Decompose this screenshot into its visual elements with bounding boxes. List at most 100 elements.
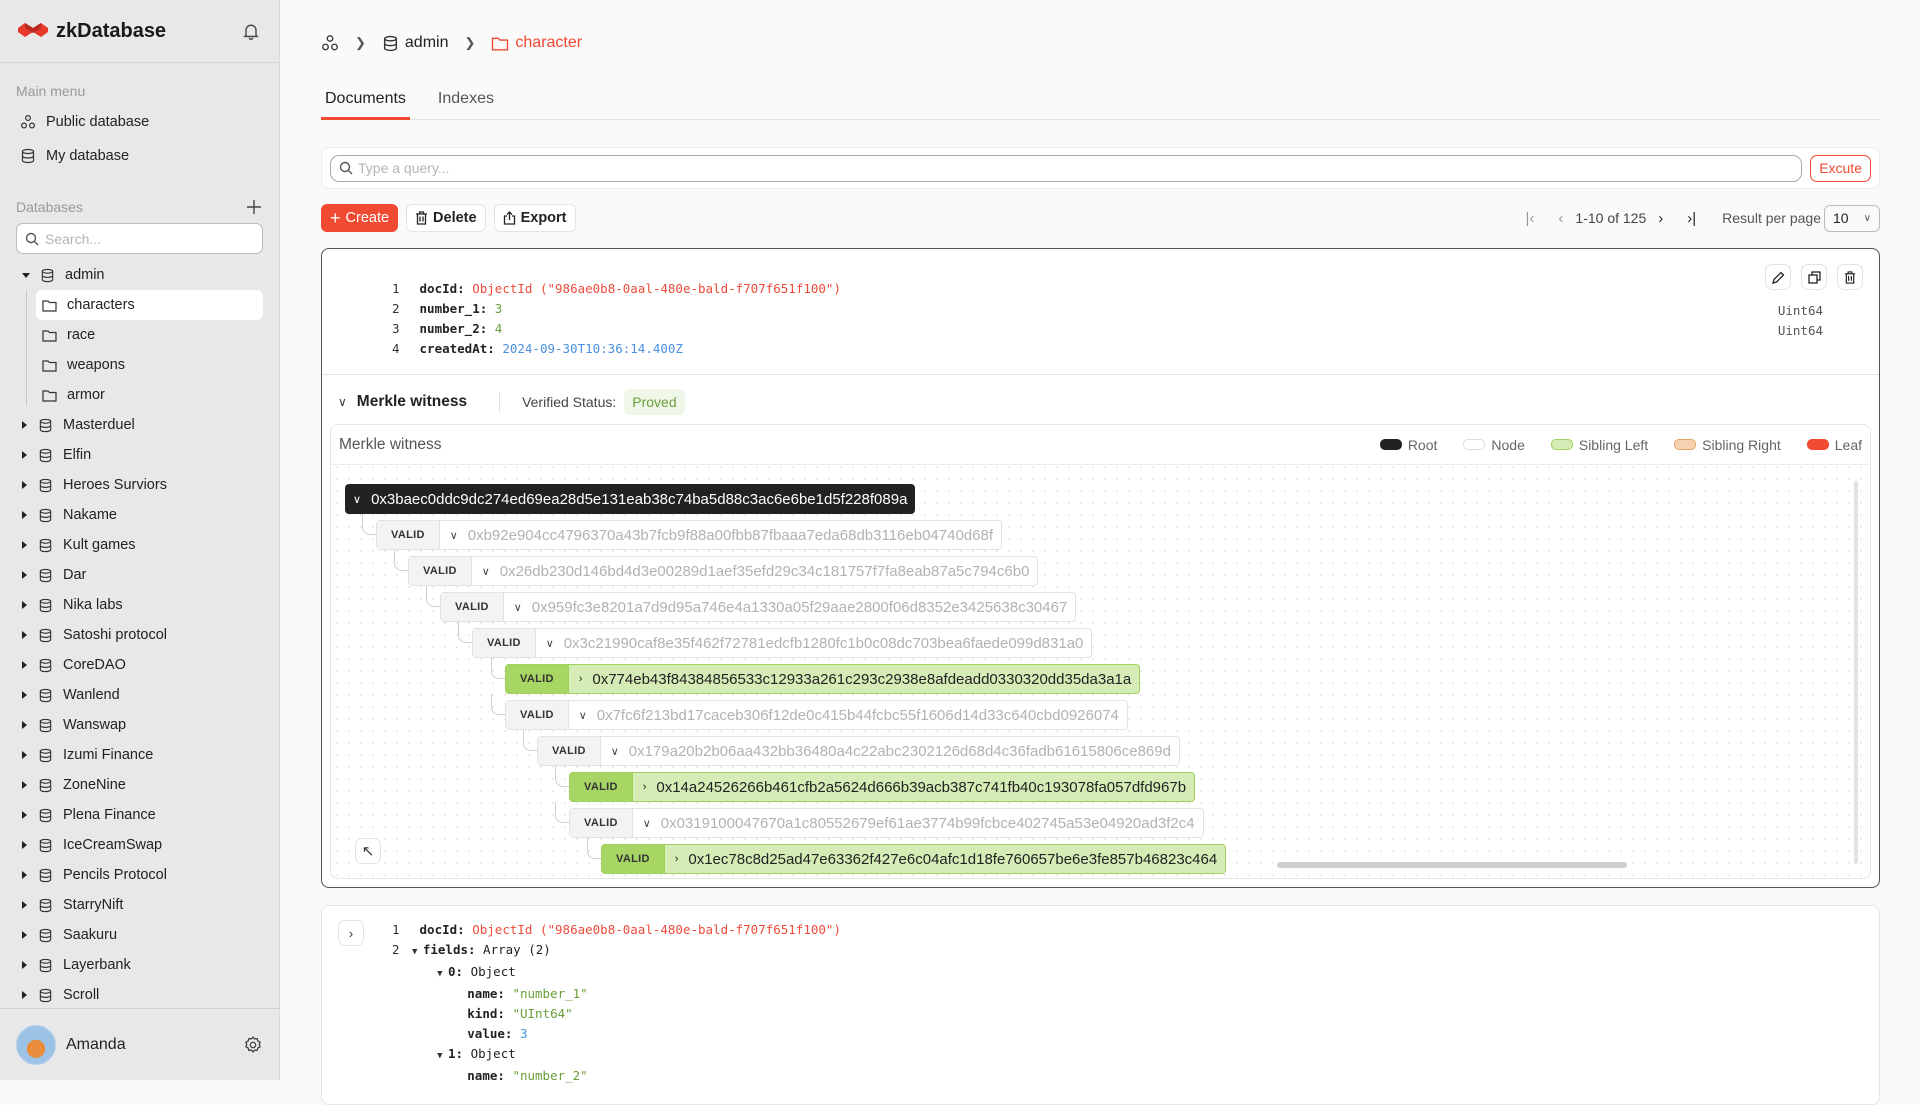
menu-item-my-database[interactable]: My database xyxy=(0,139,279,173)
tree-db-item[interactable]: Pencils Protocol xyxy=(0,860,279,890)
chevron-down-icon[interactable]: ∨ xyxy=(482,565,490,578)
breadcrumb-collection[interactable]: character xyxy=(515,34,582,52)
bell-icon[interactable] xyxy=(241,21,261,41)
tree-db-item[interactable]: Heroes Surviors xyxy=(0,470,279,500)
caret-right-icon[interactable] xyxy=(22,571,27,579)
tree-db-item[interactable]: Plena Finance xyxy=(0,800,279,830)
per-page-select[interactable]: 10 ∨ xyxy=(1824,204,1880,232)
fit-view-button[interactable]: ↖ xyxy=(355,838,381,864)
chevron-down-icon[interactable]: ∨ xyxy=(514,601,522,614)
caret-right-icon[interactable] xyxy=(22,481,27,489)
caret-down-icon[interactable]: ▼ xyxy=(437,969,448,979)
caret-right-icon[interactable] xyxy=(22,601,27,609)
tree-db-item[interactable]: ZoneNine xyxy=(0,770,279,800)
caret-right-icon[interactable] xyxy=(22,511,27,519)
caret-right-icon[interactable] xyxy=(22,961,27,969)
database-search-input[interactable]: Search... xyxy=(16,223,263,254)
tree-db-item[interactable]: Layerbank xyxy=(0,950,279,980)
last-page-icon[interactable]: ›| xyxy=(1687,210,1696,227)
tree-db-item[interactable]: Masterduel xyxy=(0,410,279,440)
expand-button[interactable]: › xyxy=(338,920,364,946)
chevron-down-icon[interactable]: ∨ xyxy=(643,817,651,830)
gear-icon[interactable] xyxy=(243,1035,263,1055)
query-input[interactable]: Type a query... xyxy=(330,154,1803,182)
delete-button[interactable]: Delete xyxy=(406,204,486,232)
caret-right-icon[interactable] xyxy=(22,421,27,429)
chevron-down-icon[interactable]: ∨ xyxy=(546,637,554,650)
merkle-root-node[interactable]: ∨ 0x3baec0ddc9dc274ed69ea28d5e131eab38c74… xyxy=(345,484,916,514)
next-page-icon[interactable]: › xyxy=(1658,210,1663,227)
export-button[interactable]: Export xyxy=(493,204,576,232)
merkle-node[interactable]: VALID › 0x14a24526266b461cfb2a5624d666b39a… xyxy=(569,772,1196,802)
caret-down-icon[interactable]: ▼ xyxy=(437,1051,448,1061)
merkle-node[interactable]: VALID ∨ 0x3c21990caf8e35f462f72781edcfb128… xyxy=(472,628,1093,658)
tree-db-item[interactable]: Wanlend xyxy=(0,680,279,710)
create-button[interactable]: + Create xyxy=(321,204,399,232)
tree-db-admin[interactable]: admin xyxy=(0,260,279,290)
chevron-right-icon[interactable]: › xyxy=(643,781,647,793)
avatar[interactable] xyxy=(16,1024,56,1065)
collection-race[interactable]: race xyxy=(36,320,263,350)
tree-db-item[interactable]: Elfin xyxy=(0,440,279,470)
public-database-icon[interactable] xyxy=(321,34,339,52)
chevron-down-icon[interactable]: ∨ xyxy=(611,745,619,758)
prev-page-icon[interactable]: ‹ xyxy=(1558,210,1563,227)
tree-db-item[interactable]: Scroll xyxy=(0,980,279,1010)
tree-db-item[interactable]: IceCreamSwap xyxy=(0,830,279,860)
caret-right-icon[interactable] xyxy=(22,901,27,909)
caret-right-icon[interactable] xyxy=(22,691,27,699)
caret-right-icon[interactable] xyxy=(22,541,27,549)
chevron-down-icon[interactable]: ∨ xyxy=(450,529,458,542)
caret-right-icon[interactable] xyxy=(22,751,27,759)
edit-button[interactable] xyxy=(1765,264,1791,290)
merkle-node[interactable]: VALID ∨ 0x7fc6f213bd17caceb306f12de0c415b4… xyxy=(505,700,1128,730)
caret-right-icon[interactable] xyxy=(22,991,27,999)
vertical-scrollbar[interactable] xyxy=(1854,481,1858,864)
caret-right-icon[interactable] xyxy=(22,661,27,669)
tree-db-item[interactable]: Dar xyxy=(0,560,279,590)
copy-button[interactable] xyxy=(1801,264,1827,290)
collection-characters[interactable]: characters xyxy=(36,290,263,320)
tab-documents[interactable]: Documents xyxy=(321,90,410,120)
tree-db-item[interactable]: Kult games xyxy=(0,530,279,560)
tree-db-item[interactable]: Saakuru xyxy=(0,920,279,950)
caret-right-icon[interactable] xyxy=(22,931,27,939)
tree-db-item[interactable]: CoreDAO xyxy=(0,650,279,680)
menu-item-public-database[interactable]: Public database xyxy=(0,105,279,139)
chevron-right-icon[interactable]: › xyxy=(579,673,583,685)
tab-indexes[interactable]: Indexes xyxy=(434,90,498,120)
merkle-node[interactable]: VALID › 0x1ec78c8d25ad47e63362f427e6c04afc… xyxy=(601,844,1227,874)
caret-down-icon[interactable] xyxy=(22,272,30,278)
caret-right-icon[interactable] xyxy=(22,631,27,639)
caret-right-icon[interactable] xyxy=(22,811,27,819)
caret-right-icon[interactable] xyxy=(22,841,27,849)
merkle-node[interactable]: VALID ∨ 0x179a20b2b06aa432bb36480a4c22abc2… xyxy=(537,736,1180,766)
tree-db-item[interactable]: Satoshi protocol xyxy=(0,620,279,650)
delete-document-button[interactable] xyxy=(1837,264,1863,290)
merkle-node[interactable]: VALID ∨ 0x959fc3e8201a7d9d95a746e4a1330a05… xyxy=(440,592,1077,622)
merkle-node[interactable]: VALID ∨ 0xb92e904cc4796370a43b7fcb9f88a00f… xyxy=(376,520,1002,550)
tree-db-item[interactable]: StarryNift xyxy=(0,890,279,920)
tree-db-item[interactable]: Nakame xyxy=(0,500,279,530)
first-page-icon[interactable]: |‹ xyxy=(1526,210,1535,227)
collection-weapons[interactable]: weapons xyxy=(36,350,263,380)
caret-right-icon[interactable] xyxy=(22,781,27,789)
merkle-node[interactable]: VALID › 0x774eb43f84384856533c12933a261c29… xyxy=(505,664,1141,694)
breadcrumb-db[interactable]: admin xyxy=(405,34,449,52)
chevron-down-icon[interactable]: ∨ xyxy=(338,395,347,409)
caret-right-icon[interactable] xyxy=(22,721,27,729)
caret-down-icon[interactable]: ▼ xyxy=(412,947,423,957)
chevron-right-icon[interactable]: › xyxy=(675,853,679,865)
caret-right-icon[interactable] xyxy=(22,871,27,879)
caret-right-icon[interactable] xyxy=(22,451,27,459)
merkle-node[interactable]: VALID ∨ 0x0319100047670a1c80552679ef61ae37… xyxy=(569,808,1204,838)
tree-db-item[interactable]: Nika labs xyxy=(0,590,279,620)
tree-db-item[interactable]: Wanswap xyxy=(0,710,279,740)
add-database-icon[interactable] xyxy=(247,200,261,214)
execute-button[interactable]: Excute xyxy=(1810,154,1871,182)
merkle-witness-toggle[interactable]: Merkle witness xyxy=(357,393,467,411)
tree-db-item[interactable]: Izumi Finance xyxy=(0,740,279,770)
collection-armor[interactable]: armor xyxy=(36,380,263,410)
merkle-node[interactable]: VALID ∨ 0x26db230d146bd4d3e00289d1aef35efd… xyxy=(408,556,1039,586)
chevron-down-icon[interactable]: ∨ xyxy=(579,709,587,722)
